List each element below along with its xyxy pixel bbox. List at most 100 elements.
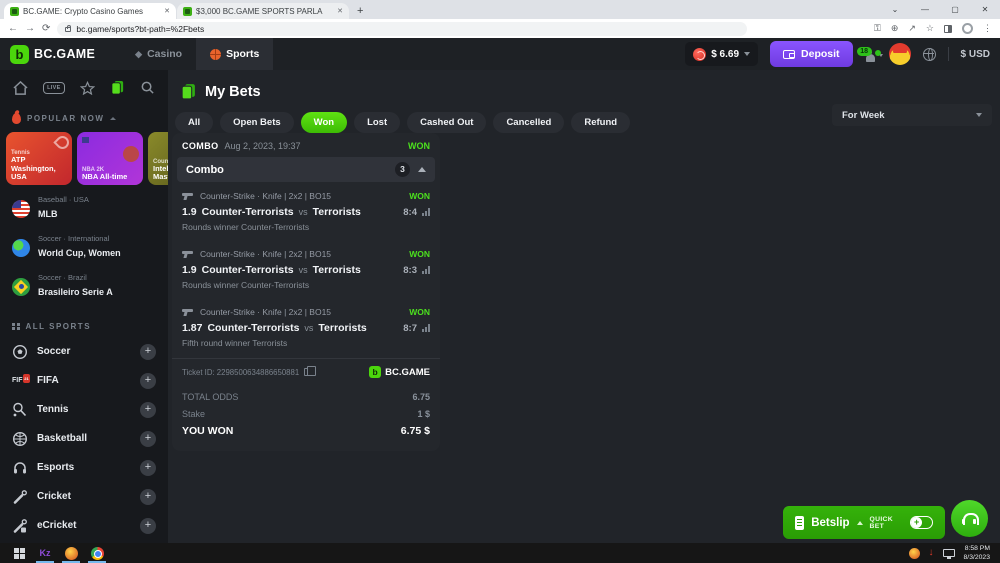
home-icon[interactable]: [13, 81, 28, 95]
sidebar-item-fifa[interactable]: FIF21 FIFA +: [0, 366, 168, 395]
plus-icon[interactable]: +: [140, 489, 156, 505]
popular-card-tennis[interactable]: Tennis ATP Washington, USA: [6, 132, 72, 185]
plus-icon[interactable]: +: [140, 373, 156, 389]
period-dropdown[interactable]: For Week: [832, 104, 992, 126]
sidebar-item-soccer[interactable]: Soccer +: [0, 337, 168, 366]
nav-casino[interactable]: ◆ Casino: [121, 38, 196, 70]
filter-cashed-out[interactable]: Cashed Out: [407, 112, 486, 133]
support-button[interactable]: [951, 500, 988, 537]
live-icon[interactable]: LIVE: [43, 82, 64, 94]
tray-coin-icon[interactable]: [909, 548, 920, 559]
site-header: b BC.GAME ◆ Casino Sports $ 6.69 Depo: [0, 38, 1000, 70]
password-key-icon[interactable]: ⚿: [874, 23, 881, 34]
share-icon[interactable]: ↗: [908, 23, 916, 34]
balance-selector[interactable]: $ 6.69: [685, 42, 758, 66]
profile-icon[interactable]: [962, 23, 973, 34]
filter-all[interactable]: All: [175, 112, 213, 133]
sidebar-item-ecricket[interactable]: eCricket +: [0, 511, 168, 540]
search-icon[interactable]: [140, 80, 155, 95]
online-dot: [875, 50, 881, 56]
popular-cards: Tennis ATP Washington, USA NBA 2K NBA Al…: [0, 130, 168, 189]
side-panel-icon[interactable]: [944, 25, 952, 33]
popular-item-brasileiro[interactable]: Soccer · BrazilBrasileiro Serie A: [0, 267, 168, 306]
bookmark-star-icon[interactable]: ☆: [926, 23, 934, 34]
user-avatar[interactable]: [889, 43, 911, 65]
nav-sports[interactable]: Sports: [196, 38, 273, 70]
filter-refund[interactable]: Refund: [571, 112, 630, 133]
collapse-caret-icon: [418, 167, 426, 172]
ticket-id: Ticket ID: 2298500634886650881: [182, 368, 299, 377]
filter-won[interactable]: Won: [301, 112, 347, 133]
popular-item-mlb[interactable]: Baseball · USAMLB: [0, 189, 168, 228]
address-bar[interactable]: bc.game/sports?bt-path=%2Fbets: [57, 22, 747, 36]
ecricket-icon: [12, 518, 28, 534]
reload-icon[interactable]: ⟳: [42, 23, 50, 34]
close-icon[interactable]: ✕: [970, 5, 1000, 14]
browser-toolbar: ← → ⟳ bc.game/sports?bt-path=%2Fbets ⚿ ⊕…: [0, 19, 1000, 38]
tab-close-icon[interactable]: ✕: [164, 7, 170, 15]
start-button[interactable]: [6, 543, 32, 563]
tray-download-icon[interactable]: ↓: [929, 548, 934, 558]
tab-close-icon[interactable]: ✕: [337, 7, 343, 15]
leg-away-team: Terrorists: [313, 264, 361, 276]
basketball-graphic: [123, 146, 139, 162]
quick-bet-toggle[interactable]: +: [910, 516, 933, 529]
vs-label: vs: [299, 265, 308, 275]
tab-search-icon[interactable]: ⌄: [880, 5, 910, 14]
install-icon[interactable]: ⊕: [891, 23, 899, 34]
sidebar-item-esports[interactable]: Esports +: [0, 453, 168, 482]
tab-title: $3,000 BC.GAME SPORTS PARLA: [196, 7, 333, 16]
plus-icon[interactable]: +: [140, 460, 156, 476]
betslip-label: Betslip: [811, 517, 849, 529]
popular-card-csgo[interactable]: Counter-Strike Intel Extreme Masters: [148, 132, 168, 185]
copy-icon[interactable]: [304, 368, 311, 376]
new-tab-icon[interactable]: +: [357, 6, 363, 16]
browser-tab-active[interactable]: BC.GAME: Crypto Casino Games ✕: [4, 3, 176, 19]
filter-cancelled[interactable]: Cancelled: [493, 112, 564, 133]
taskbar-clock[interactable]: 8:58 PM 8/3/2023: [964, 544, 994, 562]
minimize-icon[interactable]: —: [910, 5, 940, 14]
plus-icon[interactable]: +: [140, 344, 156, 360]
leg-market: Rounds winner Counter-Terrorists: [182, 222, 430, 240]
taskbar-app-kz[interactable]: Kz: [32, 543, 58, 563]
sport-label: Cricket: [37, 491, 131, 502]
betslip-bar[interactable]: Betslip QUICK BET +: [783, 506, 945, 539]
sidebar: LIVE POPULAR NOW Tennis ATP Washington, …: [0, 70, 168, 543]
taskbar-app-chrome[interactable]: [84, 543, 110, 563]
leg-home-team: Counter-Terrorists: [202, 264, 294, 276]
popular-item-world-cup[interactable]: Soccer · InternationalWorld Cup, Women: [0, 228, 168, 267]
plus-icon[interactable]: +: [140, 518, 156, 534]
filter-open-bets[interactable]: Open Bets: [220, 112, 294, 133]
sidebar-item-basketball[interactable]: Basketball +: [0, 424, 168, 453]
leg-score: 8:3: [403, 265, 417, 276]
forward-icon[interactable]: →: [25, 23, 35, 34]
filter-lost[interactable]: Lost: [354, 112, 400, 133]
deposit-button[interactable]: Deposit: [770, 41, 853, 67]
sidebar-item-cricket[interactable]: Cricket +: [0, 482, 168, 511]
menu-dots-icon[interactable]: ⋮: [983, 23, 992, 34]
bc-game-logo-icon: b: [369, 366, 381, 378]
popular-now-header[interactable]: POPULAR NOW: [0, 103, 168, 130]
taskbar-app-coin[interactable]: [58, 543, 84, 563]
plus-icon[interactable]: +: [140, 431, 156, 447]
maximize-icon[interactable]: ▢: [940, 5, 970, 14]
bc-game-logo[interactable]: b BC.GAME: [10, 45, 95, 64]
browser-tab-inactive[interactable]: $3,000 BC.GAME SPORTS PARLA ✕: [177, 3, 349, 19]
popular-card-nba2k[interactable]: NBA 2K NBA All-time: [77, 132, 143, 185]
back-icon[interactable]: ←: [8, 23, 18, 34]
language-globe-icon[interactable]: [923, 48, 936, 61]
divider: [948, 47, 949, 61]
stats-bars-icon[interactable]: [422, 324, 430, 332]
combo-toggle-row[interactable]: Combo 3: [177, 157, 435, 182]
favorites-star-icon[interactable]: [80, 81, 95, 95]
nav-sports-label: Sports: [226, 48, 259, 60]
currency-selector[interactable]: $ USD: [961, 49, 990, 60]
sport-label: eCricket: [37, 520, 131, 531]
stats-bars-icon[interactable]: [422, 208, 430, 216]
plus-icon[interactable]: +: [140, 402, 156, 418]
sidebar-item-tennis[interactable]: Tennis +: [0, 395, 168, 424]
tray-display-icon[interactable]: [943, 549, 955, 557]
stats-bars-icon[interactable]: [422, 266, 430, 274]
my-bets-icon[interactable]: [110, 80, 125, 95]
wallet-icon: [783, 50, 795, 59]
